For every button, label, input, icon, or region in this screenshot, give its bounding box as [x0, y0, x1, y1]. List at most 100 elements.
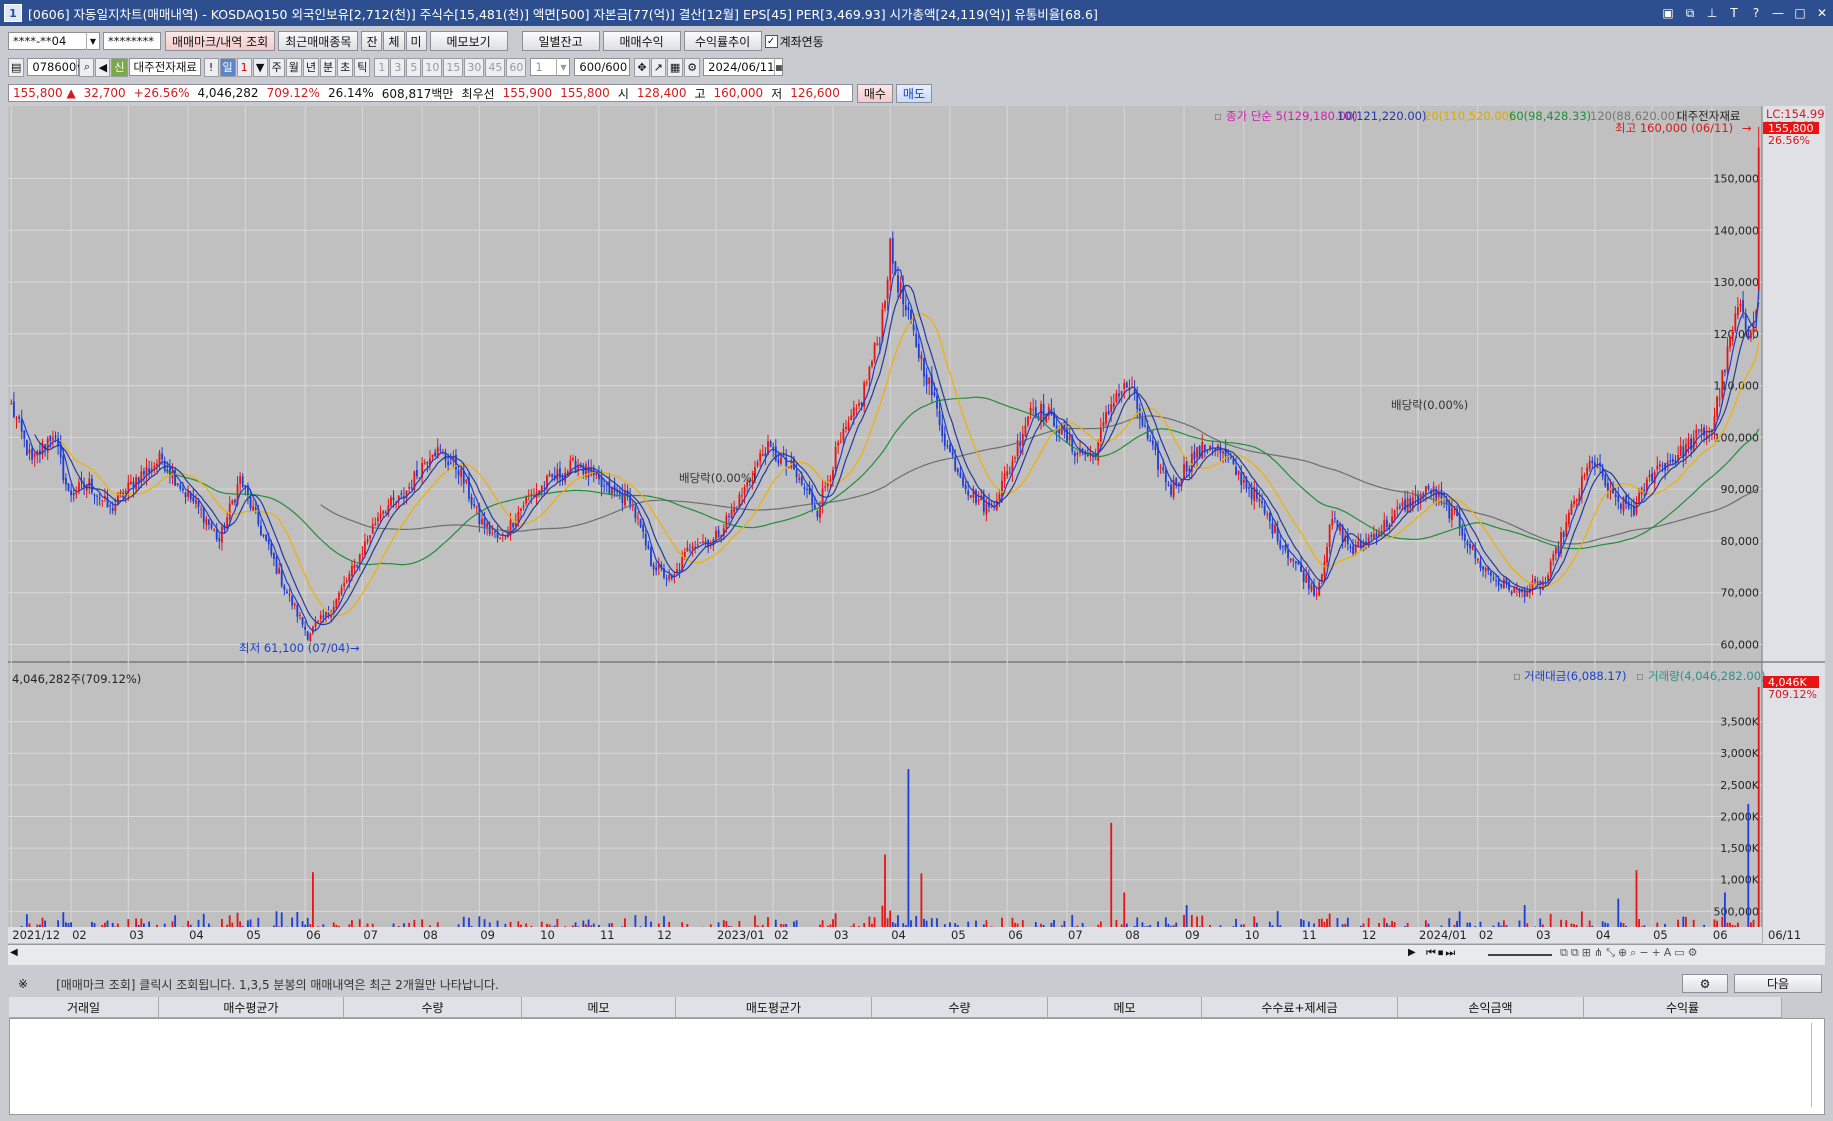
trade-mark-query-button[interactable]: 매매마크/내역 조회 [165, 31, 276, 51]
help-icon[interactable]: ? [1745, 3, 1767, 23]
table-scrollbar[interactable] [1811, 1023, 1820, 1107]
maximize-icon[interactable]: □ [1789, 3, 1811, 23]
candle-body [759, 453, 762, 462]
trend-icon[interactable]: ↗ [650, 57, 666, 77]
next-button[interactable]: 다음 [1734, 974, 1822, 993]
scroll-right-icon[interactable]: ▶ [1408, 947, 1416, 958]
close-icon[interactable]: ✕ [1811, 3, 1833, 23]
minute-3-button[interactable]: 3 [390, 57, 406, 77]
candle-body [865, 382, 868, 384]
tab-monthly[interactable]: 월 [285, 57, 302, 77]
save-icon[interactable]: ▦ [666, 57, 684, 77]
tab-minute[interactable]: 분 [320, 57, 337, 77]
pin-icon[interactable]: ⊥ [1701, 3, 1723, 23]
tab-daily[interactable]: 일 [219, 57, 236, 77]
candle-body [114, 504, 117, 511]
date-field[interactable]: 2024/06/11 ▦ [703, 58, 784, 76]
settings-gear-icon[interactable]: ⚙ [684, 57, 701, 77]
minute-15-button[interactable]: 15 [443, 57, 464, 77]
sell-button[interactable]: 매도 [895, 83, 933, 103]
candle-body [197, 501, 200, 507]
settings-icon[interactable]: ⚙ [1682, 974, 1728, 993]
trade-profit-button[interactable]: 매매수익 [602, 31, 681, 51]
tab-weekly[interactable]: 주 [268, 57, 285, 77]
candle-body [1617, 495, 1620, 502]
quote-box: 155,800 ▲ 32,700 +26.56% 4,046,282 709.1… [8, 84, 853, 102]
candle-body [876, 343, 879, 345]
candle-body [1029, 407, 1032, 414]
count-field[interactable]: 600/600 [574, 58, 631, 76]
tab-second[interactable]: 초 [337, 57, 354, 77]
memo-view-button[interactable]: 메모보기 [429, 31, 508, 51]
volume-bar [392, 923, 395, 927]
recent-trades-button[interactable]: 최근매매종목 [278, 31, 359, 51]
candle-body [465, 479, 468, 483]
minimize-icon[interactable]: — [1767, 3, 1789, 23]
volume-bar [1749, 922, 1752, 927]
minute-5-button[interactable]: 5 [406, 57, 422, 77]
font-icon[interactable]: T [1723, 3, 1745, 23]
unfilled-button[interactable]: 미 [405, 31, 427, 51]
volume-bar [1729, 922, 1732, 927]
balance-button[interactable]: 잔 [361, 31, 383, 51]
volume-bar [1752, 919, 1755, 927]
candle-body [806, 488, 808, 491]
copy-window-icon[interactable]: ⧉ [1679, 3, 1701, 23]
filled-button[interactable]: 체 [383, 31, 405, 51]
chart-area[interactable]: 150,000 140,000 130,000 120,000 110,000 100,0… [8, 106, 1825, 964]
chart-scrollbar[interactable]: ◀ ▶ ⏮⏹⏭ ⧉⧉⊞⋔⤡⊕⌕−+A▭⚙ [8, 944, 1825, 965]
volume-bar [257, 917, 260, 927]
account-select[interactable]: ****-**04 ▼ [8, 32, 100, 50]
candle-body [1489, 572, 1492, 576]
candle-body [369, 535, 372, 539]
scroll-left-icon[interactable]: ◀ [10, 947, 18, 958]
candle-body [886, 279, 889, 299]
profit-trend-button[interactable]: 수익률추이 [683, 31, 762, 51]
trade-table-body[interactable] [9, 1018, 1825, 1115]
tab-tick[interactable]: 틱 [354, 57, 371, 77]
speaker-icon[interactable]: ◀ [95, 57, 111, 77]
candle-body [1196, 447, 1198, 458]
draw-tool-icon[interactable]: ✥ [634, 57, 650, 77]
turnover-rate: 26.14% [327, 86, 374, 100]
candle-body [1736, 307, 1739, 316]
minute-1-button[interactable]: 1 [374, 57, 390, 77]
candle-body [176, 483, 179, 485]
count-total: /600 [601, 60, 628, 74]
account-link-checkbox[interactable]: ✓ 계좌연동 [764, 33, 824, 50]
price-change: 32,700 [83, 86, 126, 100]
period-value[interactable]: 1 [236, 57, 252, 77]
candle-body [1222, 451, 1224, 454]
volume-bar [1115, 920, 1118, 927]
price-volume-chart[interactable]: 150,000140,000130,000120,000110,000100,0… [8, 106, 1825, 964]
volume-tick-label: 1,000K [1720, 874, 1759, 887]
candle-body [184, 492, 187, 497]
volume-bar [590, 925, 593, 927]
minute-10-button[interactable]: 10 [422, 57, 443, 77]
minute-60-button[interactable]: 60 [506, 57, 527, 77]
price-tick-label: 70,000 [1721, 587, 1760, 600]
stock-code-field[interactable]: 078600▼ [27, 58, 83, 76]
buy-button[interactable]: 매수 [856, 83, 893, 103]
candle-body [1632, 506, 1635, 516]
zoom-track[interactable] [1488, 954, 1552, 956]
layout-icon[interactable]: ▣ [1657, 3, 1679, 23]
minute-30-button[interactable]: 30 [464, 57, 485, 77]
daily-balance-button[interactable]: 일별잔고 [521, 31, 600, 51]
playback-controls-icon[interactable]: ⏮⏹⏭ [1426, 946, 1457, 960]
password-field[interactable]: ******** [103, 32, 161, 50]
alert-button[interactable]: ! [203, 57, 219, 77]
tab-yearly[interactable]: 년 [302, 57, 320, 77]
volume-bar [923, 918, 925, 927]
candle-body [985, 504, 988, 515]
minute-select[interactable]: 1 ▼ [530, 58, 571, 76]
candle-body [1471, 545, 1474, 550]
candle-body [962, 476, 964, 486]
period-dropdown-icon[interactable]: ▼ [252, 57, 268, 77]
chart-tools-icon[interactable]: ⧉⧉⊞⋔⤡⊕⌕−+A▭⚙ [1560, 946, 1701, 960]
candle-body [1588, 460, 1591, 470]
volume-bar [1279, 925, 1282, 927]
minute-45-button[interactable]: 45 [485, 57, 506, 77]
search-icon[interactable]: ⌕ [79, 57, 95, 77]
screen-icon[interactable]: ▤ [8, 57, 25, 77]
